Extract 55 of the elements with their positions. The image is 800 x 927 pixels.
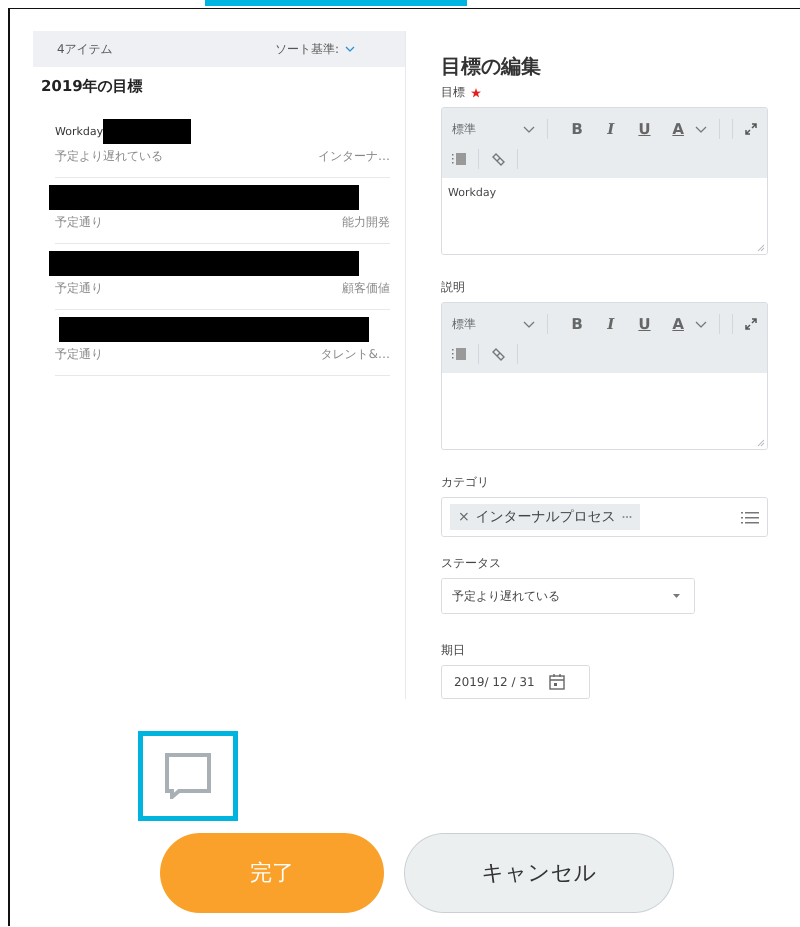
chevron-down-icon[interactable]	[345, 45, 355, 53]
goal-category: インターナ…	[318, 148, 390, 165]
editor-text: Workday	[448, 186, 496, 199]
style-dropdown[interactable]: 標準	[452, 120, 524, 138]
status-select[interactable]: 予定より遅れている	[441, 578, 695, 614]
field-label: 説明	[441, 279, 465, 296]
rich-text-editor[interactable]: 標準 B I U A	[441, 302, 768, 450]
field-label: 目標	[441, 84, 465, 101]
goal-status: 予定通り	[55, 214, 103, 231]
list-icon[interactable]	[452, 153, 466, 165]
list-icon[interactable]	[452, 348, 466, 360]
list-icon[interactable]	[741, 510, 759, 524]
comment-button[interactable]	[138, 731, 238, 821]
format-button[interactable]: U	[628, 120, 662, 138]
style-dropdown[interactable]: 標準	[452, 316, 524, 332]
goal-title[interactable]: Workday	[55, 124, 104, 138]
rich-text-editor[interactable]: 標準 B I U A Workday	[441, 107, 768, 255]
format-button[interactable]: B	[560, 315, 594, 333]
field-label: カテゴリ	[441, 474, 489, 491]
goal-status: 予定より遅れている	[55, 148, 163, 165]
field-label: ステータス	[441, 555, 501, 572]
item-count: 4アイテム	[57, 40, 113, 58]
resize-handle-icon	[757, 244, 765, 252]
cancel-button[interactable]: キャンセル	[404, 833, 674, 913]
link-icon[interactable]	[491, 348, 505, 360]
link-icon[interactable]	[491, 152, 505, 166]
comment-icon[interactable]	[165, 753, 211, 799]
expand-icon[interactable]	[744, 123, 757, 135]
goal-status: 予定通り	[55, 280, 103, 297]
chevron-down-icon[interactable]	[523, 124, 536, 134]
chevron-down-icon[interactable]	[523, 320, 536, 328]
field-label: 期日	[441, 642, 465, 659]
format-button[interactable]: B	[560, 120, 594, 138]
category-tag[interactable]: × インターナルプロセス	[450, 504, 640, 530]
goal-category: 顧客価値	[342, 280, 390, 297]
editor-heading: 目標の編集	[441, 53, 542, 80]
chevron-down-icon[interactable]	[694, 124, 707, 134]
format-button[interactable]: A	[661, 315, 695, 333]
expand-icon[interactable]	[744, 318, 757, 330]
format-button[interactable]: U	[628, 315, 662, 333]
resize-handle-icon	[757, 439, 765, 447]
calendar-icon[interactable]	[548, 674, 565, 690]
goal-category: 能力開発	[342, 214, 390, 231]
format-button[interactable]: I	[594, 120, 628, 138]
goal-status: 予定通り	[55, 346, 103, 363]
section-title: 2019年の目標	[41, 77, 144, 96]
category-field[interactable]: × インターナルプロセス	[441, 497, 768, 537]
chevron-down-icon[interactable]	[694, 320, 707, 328]
more-icon[interactable]	[622, 515, 632, 519]
format-button[interactable]: I	[594, 315, 628, 333]
goal-category: タレント&…	[320, 346, 390, 363]
format-button[interactable]: A	[661, 120, 695, 138]
sort-label[interactable]: ソート基準:	[274, 40, 339, 58]
dropdown-arrow-icon	[673, 594, 680, 598]
date-field[interactable]: 2019/ 12 / 31	[441, 665, 590, 699]
